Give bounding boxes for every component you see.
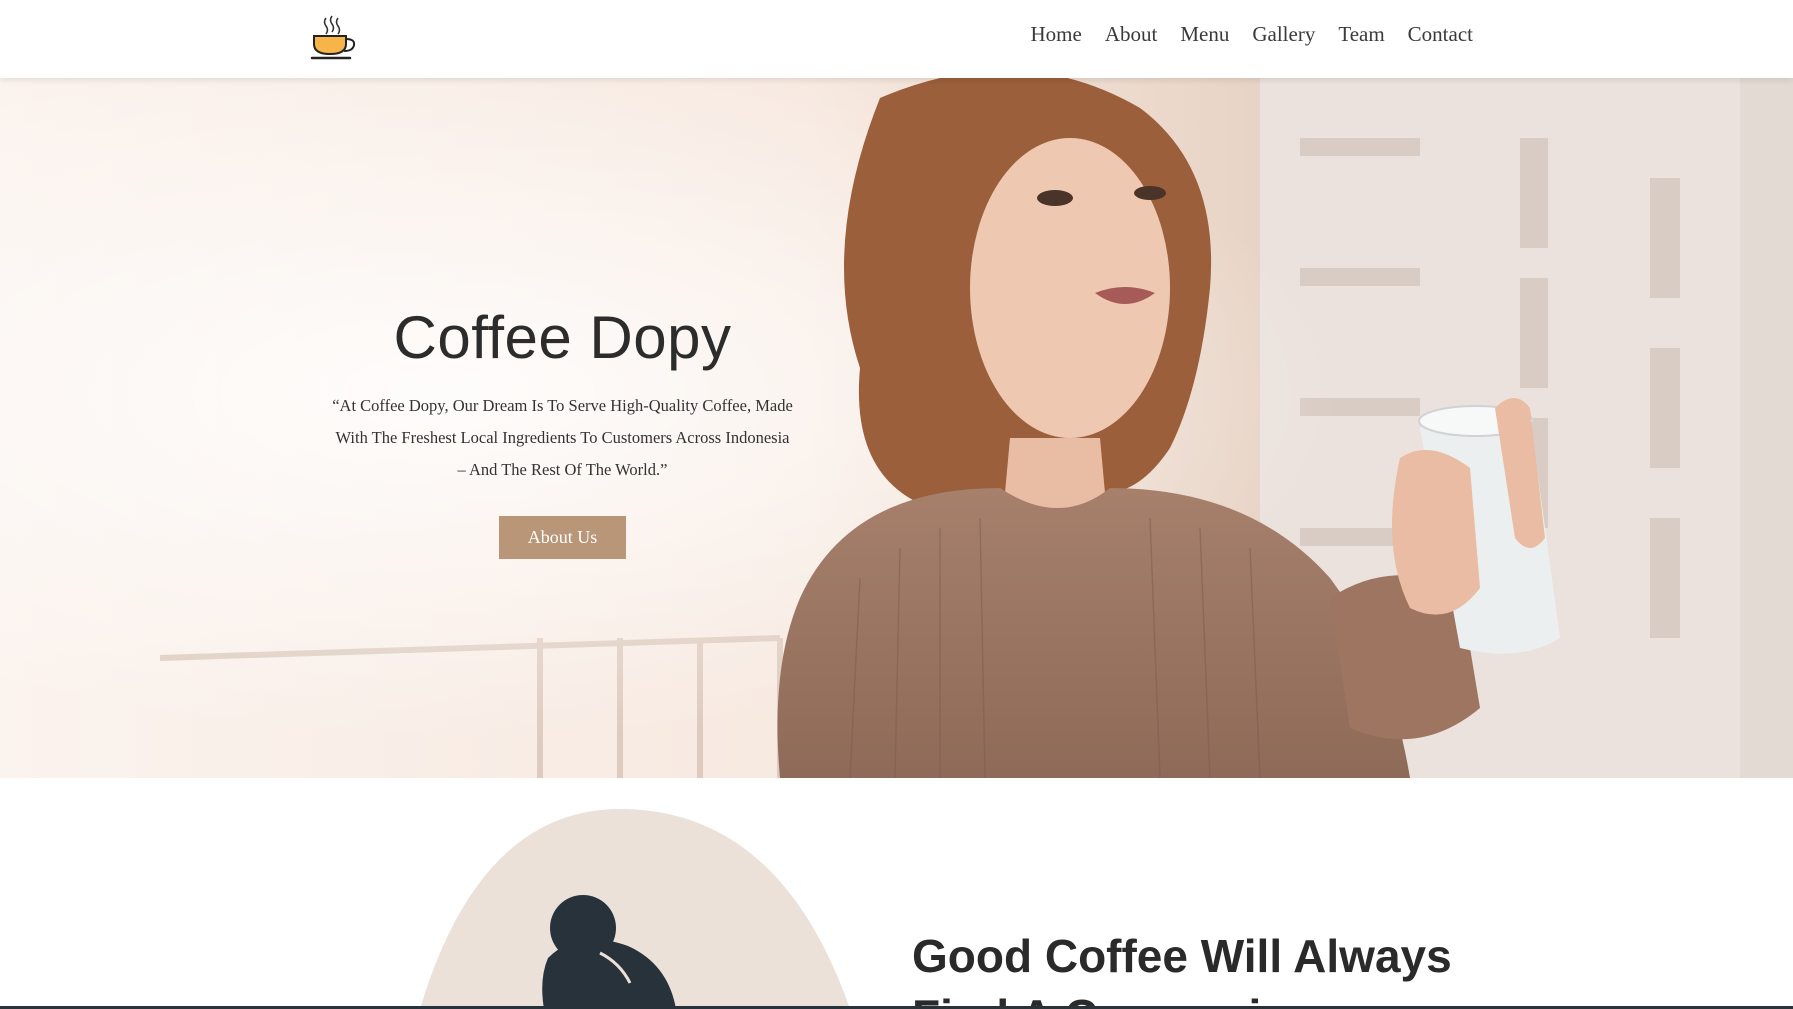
section-title: Good Coffee Will Always Find A Companion: [912, 930, 1452, 1009]
hero-quote-line: With The Freshest Local Ingredients To C…: [335, 428, 790, 447]
nav-about[interactable]: About: [1105, 22, 1158, 47]
site-header: Home About Menu Gallery Team Contact: [0, 0, 1793, 78]
about-us-button[interactable]: About Us: [498, 516, 627, 559]
coffee-cup-icon[interactable]: [308, 14, 358, 62]
barista-illustration: [420, 809, 850, 1009]
hero-background-photo: [0, 78, 1793, 778]
hero-section: Coffee Dopy “At Coffee Dopy, Our Dream I…: [0, 78, 1793, 778]
hero-content: Coffee Dopy “At Coffee Dopy, Our Dream I…: [300, 303, 825, 559]
nav-contact[interactable]: Contact: [1408, 22, 1473, 47]
hero-quote: “At Coffee Dopy, Our Dream Is To Serve H…: [300, 390, 825, 486]
hero-title: Coffee Dopy: [393, 304, 732, 371]
nav-menu[interactable]: Menu: [1180, 22, 1229, 47]
nav-team[interactable]: Team: [1338, 22, 1384, 47]
intro-section: Good Coffee Will Always Find A Companion: [0, 778, 1793, 1009]
nav-gallery[interactable]: Gallery: [1252, 22, 1315, 47]
hero-quote-line: – And The Rest Of The World.”: [457, 460, 668, 479]
hero-quote-line: “At Coffee Dopy, Our Dream Is To Serve H…: [332, 396, 793, 415]
nav-home[interactable]: Home: [1031, 22, 1082, 47]
main-nav: Home About Menu Gallery Team Contact: [1031, 22, 1473, 47]
